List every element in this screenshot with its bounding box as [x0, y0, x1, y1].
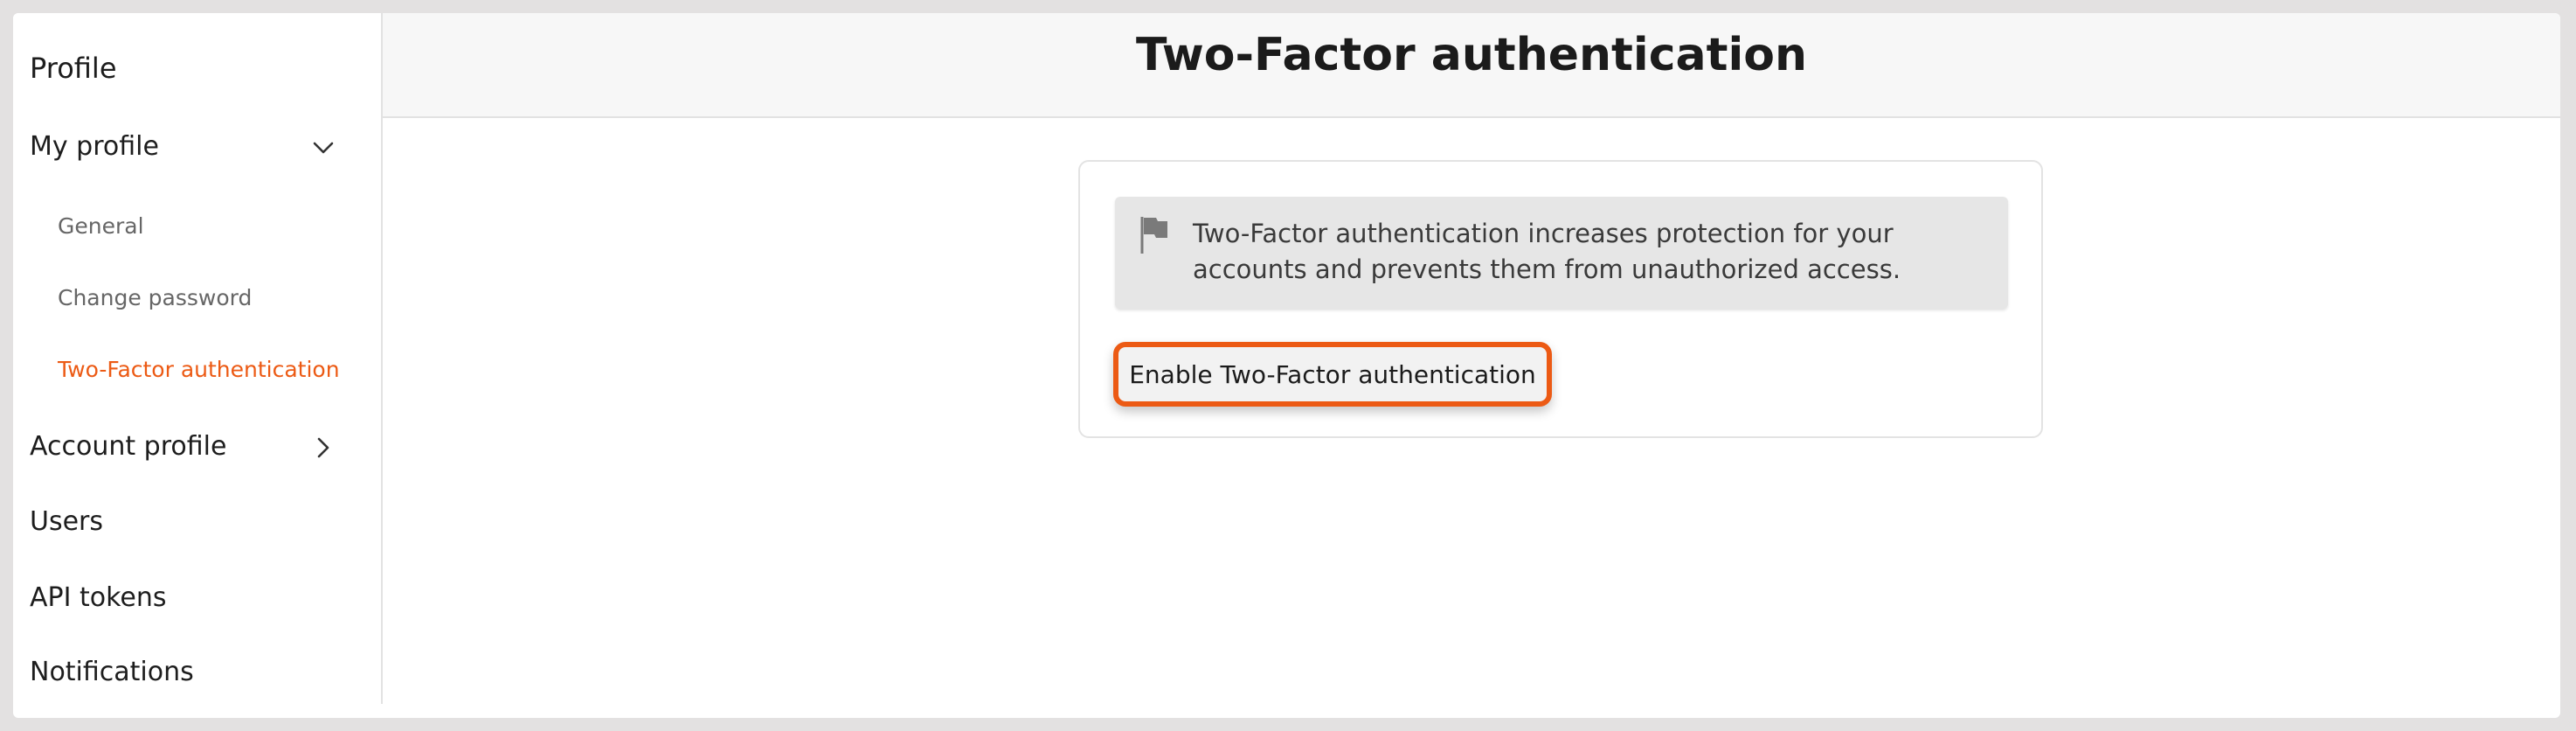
page-title: Two-Factor authentication: [1135, 29, 1808, 81]
app-window: Profile My profile General Change passwo…: [13, 13, 2560, 718]
sidebar-item-change-password[interactable]: Change password: [58, 285, 252, 310]
sidebar-item-two-factor-authentication[interactable]: Two-Factor authentication: [58, 357, 340, 382]
info-text: Two-Factor authentication increases prot…: [1193, 219, 1901, 284]
flag-icon: [1139, 215, 1170, 255]
sidebar-item-notifications[interactable]: Notifications: [30, 657, 194, 687]
sidebar-title: Profile: [30, 52, 117, 85]
sidebar-item-my-profile[interactable]: My profile: [30, 131, 159, 162]
sidebar-item-api-tokens[interactable]: API tokens: [30, 582, 167, 613]
chevron-down-icon[interactable]: [308, 133, 338, 163]
chevron-right-icon[interactable]: [308, 433, 338, 463]
two-factor-card: Two-Factor authentication increases prot…: [1078, 160, 2043, 438]
page-header: Two-Factor authentication: [383, 13, 2560, 118]
sidebar-item-users[interactable]: Users: [30, 506, 103, 537]
sidebar-item-account-profile[interactable]: Account profile: [30, 431, 226, 462]
sidebar: Profile My profile General Change passwo…: [13, 13, 383, 704]
sidebar-item-general[interactable]: General: [58, 213, 144, 239]
enable-two-factor-button[interactable]: Enable Two-Factor authentication: [1113, 342, 1552, 407]
info-banner: Two-Factor authentication increases prot…: [1115, 197, 2008, 309]
